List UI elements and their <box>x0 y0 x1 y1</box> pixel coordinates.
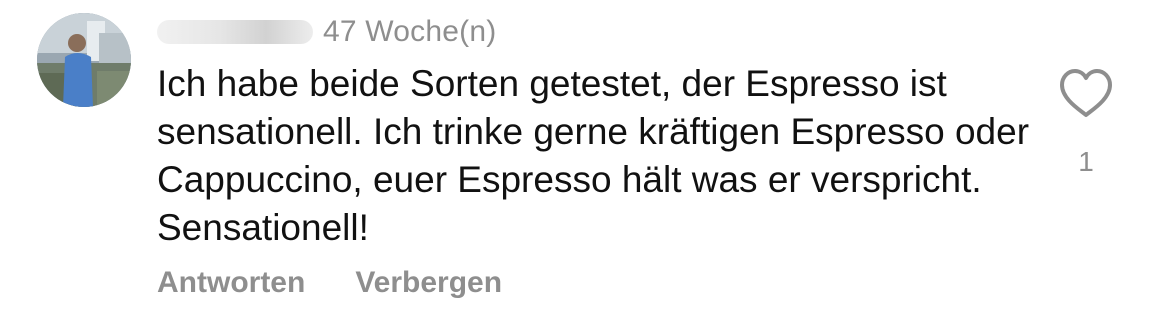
like-button[interactable] <box>1058 68 1114 120</box>
reply-button[interactable]: Antworten <box>157 266 305 300</box>
comment-text: Ich habe beide Sorten getestet, der Espr… <box>157 63 1030 248</box>
avatar[interactable] <box>37 13 131 107</box>
comment-meta: 47 Woche(n) <box>157 14 496 50</box>
hide-button[interactable]: Verbergen <box>355 266 502 300</box>
heart-outline-icon <box>1060 69 1112 117</box>
like-count: 1 <box>1078 146 1094 177</box>
comment-actions: Antworten Verbergen <box>157 266 502 300</box>
comment: 47 Woche(n) Ich habe beide Sorten getest… <box>0 0 1170 318</box>
comment-timestamp: 47 Woche(n) <box>323 15 497 48</box>
redacted-username[interactable] <box>157 20 313 44</box>
avatar-photo <box>37 13 131 107</box>
